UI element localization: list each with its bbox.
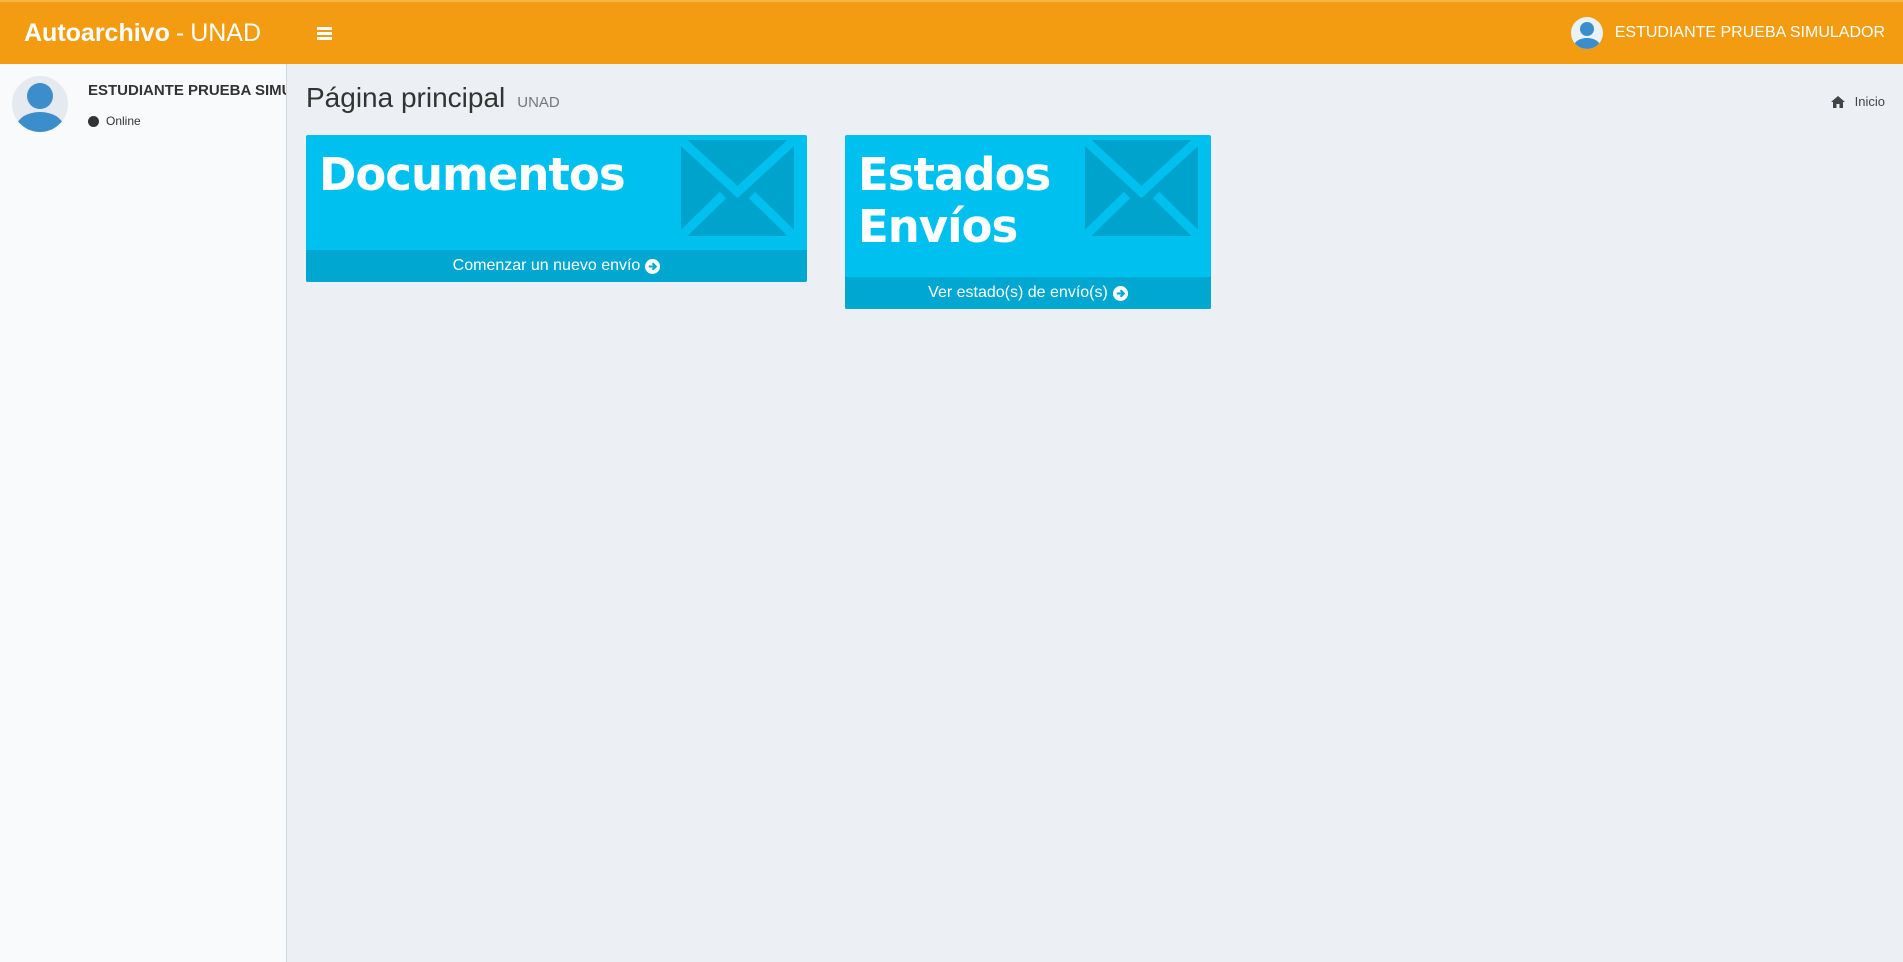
sidebar: ESTUDIANTE PRUEBA SIMULADOR Online xyxy=(0,64,287,962)
app-logo[interactable]: Autoarchivo - UNAD xyxy=(0,2,286,64)
view-status-link[interactable]: Ver estado(s) de envío(s) xyxy=(845,277,1211,309)
page-title: Página principal xyxy=(306,82,506,113)
sidebar-user-name: ESTUDIANTE PRUEBA SIMULADOR xyxy=(88,82,286,99)
footer-label: Comenzar un nuevo envío xyxy=(452,257,641,274)
home-icon xyxy=(1830,95,1845,108)
breadcrumb-home-label: Inicio xyxy=(1854,94,1885,109)
status-dot-icon xyxy=(88,115,99,127)
submission-status-box: Estados Envíos Ver estado(s) de envío(s) xyxy=(845,135,1211,309)
sidebar-toggle-button[interactable] xyxy=(298,2,350,64)
footer-label: Ver estado(s) de envío(s) xyxy=(928,284,1108,301)
status-label: Online xyxy=(106,114,141,128)
user-panel: ESTUDIANTE PRUEBA SIMULADOR Online xyxy=(0,64,286,134)
logo-light-text: UNAD xyxy=(190,18,262,47)
user-status: Online xyxy=(88,114,141,128)
box-title-line1: Estados xyxy=(858,148,1051,201)
user-menu-button[interactable]: ESTUDIANTE PRUEBA SIMULADOR xyxy=(1570,17,1885,49)
breadcrumb[interactable]: Inicio xyxy=(1830,94,1885,109)
navbar-user-name: ESTUDIANTE PRUEBA SIMULADOR xyxy=(1614,24,1885,41)
new-submission-link[interactable]: Comenzar un nuevo envío xyxy=(306,250,807,282)
top-navbar: Autoarchivo - UNAD ESTUDIANTE PRUEBA SIM… xyxy=(0,0,1903,64)
arrow-circle-right-icon xyxy=(1112,285,1128,301)
page-subtitle: UNAD xyxy=(517,94,560,111)
user-avatar-icon xyxy=(1570,17,1603,49)
logo-bold-text: Autoarchivo xyxy=(24,18,170,47)
box-title: Estados Envíos xyxy=(845,135,1211,277)
content-header: Página principal UNAD xyxy=(306,82,560,114)
box-title-line2: Envíos xyxy=(858,200,1018,253)
box-title: Documentos xyxy=(306,135,807,250)
documents-box: Documentos Comenzar un nuevo envío xyxy=(306,135,807,282)
sidebar-avatar-icon xyxy=(12,76,68,132)
logo-separator: - xyxy=(175,18,185,47)
box-title-line1: Documentos xyxy=(319,148,626,201)
arrow-circle-right-icon xyxy=(645,258,661,274)
hamburger-icon xyxy=(316,25,332,42)
